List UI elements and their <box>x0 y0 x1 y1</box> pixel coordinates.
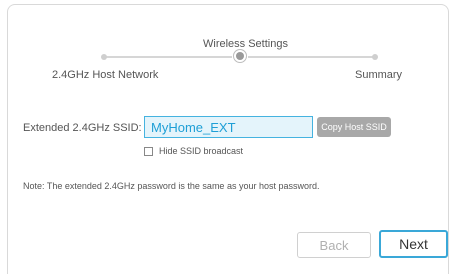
stepper-line <box>104 56 232 58</box>
stepper-line <box>248 56 376 58</box>
step-label-wireless-settings: Wireless Settings <box>203 38 288 50</box>
hide-ssid-checkbox[interactable] <box>144 146 153 156</box>
step-label-host-network: 2.4GHz Host Network <box>52 69 159 81</box>
step-dot-host-network <box>101 54 107 60</box>
copy-host-ssid-button[interactable]: Copy Host SSID <box>317 117 391 137</box>
step-label-summary: Summary <box>355 69 403 81</box>
step-dot-summary <box>372 54 378 60</box>
next-button[interactable]: Next <box>379 230 448 258</box>
ssid-input[interactable] <box>144 116 313 138</box>
hide-ssid-row[interactable]: Hide SSID broadcast <box>144 146 243 156</box>
password-note: Note: The extended 2.4GHz password is th… <box>23 181 320 191</box>
back-button[interactable]: Back <box>297 232 371 258</box>
progress-stepper: 2.4GHz Host Network Wireless Settings Su… <box>0 0 452 90</box>
hide-ssid-label[interactable]: Hide SSID broadcast <box>159 146 243 156</box>
ssid-label: Extended 2.4GHz SSID: <box>23 122 142 134</box>
step-dot-wireless-settings <box>233 49 247 63</box>
